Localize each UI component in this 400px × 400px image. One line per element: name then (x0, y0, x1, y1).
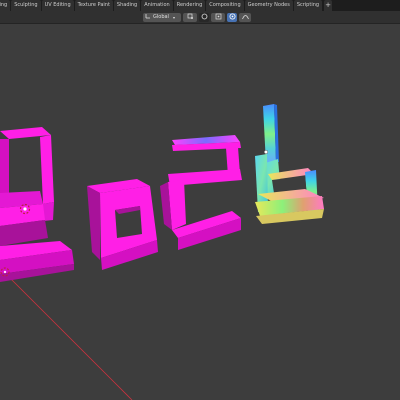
tab-rendering[interactable]: Rendering (173, 0, 206, 11)
tab-compositing[interactable]: Compositing (206, 0, 244, 11)
tab-uv-editing[interactable]: UV Editing (41, 0, 74, 11)
digit-zero (87, 179, 158, 270)
add-workspace-button[interactable]: + (324, 0, 333, 11)
orientation-icon (145, 13, 151, 21)
pivot-point-icon (187, 13, 194, 22)
digit-two-middle (160, 135, 242, 250)
workspace-tab-bar: eling Sculpting UV Editing Texture Paint… (0, 0, 400, 11)
tab-modeling[interactable]: eling (0, 0, 11, 11)
origin-dot (264, 149, 269, 154)
viewport-header: Global ▾ (0, 11, 400, 24)
proportional-editing-icon (229, 13, 236, 22)
snap-icon (201, 13, 208, 22)
pivot-point-dropdown[interactable] (183, 12, 197, 22)
falloff-icon (241, 13, 249, 22)
transform-tools: Global ▾ (143, 12, 251, 22)
chevron-down-icon: ▾ (172, 14, 175, 20)
tab-shading[interactable]: Shading (113, 0, 141, 11)
tab-animation[interactable]: Animation (141, 0, 173, 11)
snap-toggle[interactable] (199, 12, 209, 22)
snap-target-dropdown[interactable] (211, 12, 225, 22)
tab-sculpting[interactable]: Sculpting (11, 0, 41, 11)
3d-viewport[interactable] (0, 24, 400, 400)
proportional-falloff-dropdown[interactable] (239, 12, 251, 22)
digit-six (255, 104, 324, 224)
proportional-editing-toggle[interactable] (227, 12, 237, 22)
orientation-label: Global (153, 14, 169, 20)
tab-texture-paint[interactable]: Texture Paint (74, 0, 113, 11)
snap-target-icon (215, 13, 222, 22)
transform-orientation-dropdown[interactable]: Global ▾ (143, 12, 181, 22)
x-axis-line (0, 267, 133, 400)
digit-two-left (0, 127, 74, 282)
tab-geometry-nodes[interactable]: Geometry Nodes (244, 0, 293, 11)
scene-canvas (0, 104, 324, 400)
tab-scripting[interactable]: Scripting (293, 0, 323, 11)
